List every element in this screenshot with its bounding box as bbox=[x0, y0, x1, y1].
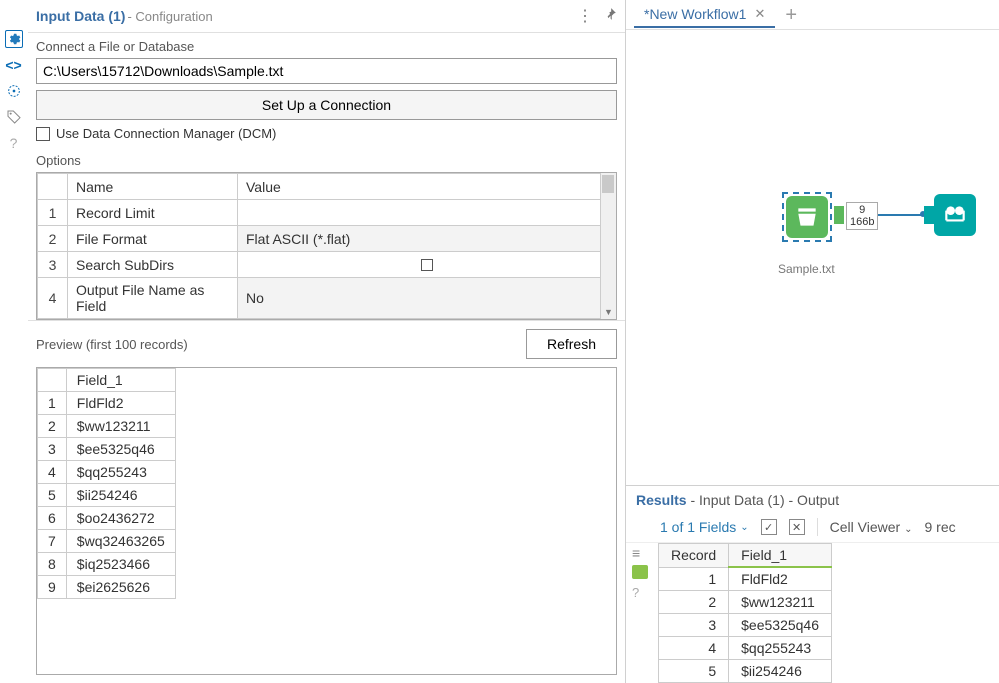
record-count: 9 rec bbox=[924, 519, 955, 535]
preview-row-num: 7 bbox=[38, 530, 67, 553]
results-col-field1: Field_1 bbox=[729, 544, 832, 568]
preview-row-num: 3 bbox=[38, 438, 67, 461]
browse-tool-icon bbox=[934, 194, 976, 236]
input-data-tool-icon bbox=[786, 196, 828, 238]
more-icon[interactable]: ⋮ bbox=[577, 6, 593, 26]
configuration-panel: Input Data (1) - Configuration ⋮ Connect… bbox=[28, 0, 626, 683]
preview-cell: $ww123211 bbox=[66, 415, 175, 438]
data-icon[interactable] bbox=[632, 565, 648, 579]
results-cell: $ii254246 bbox=[729, 660, 832, 683]
target-icon[interactable] bbox=[5, 82, 23, 100]
xml-icon[interactable]: <> bbox=[5, 56, 23, 74]
tab-new-workflow[interactable]: *New Workflow1 ✕ bbox=[634, 2, 775, 28]
option-row-num: 3 bbox=[38, 252, 68, 278]
add-tab-button[interactable]: + bbox=[785, 5, 797, 25]
file-path-input[interactable] bbox=[36, 58, 617, 84]
results-title: Results bbox=[636, 492, 687, 508]
workflow-canvas[interactable]: 9 166b Sample.txt bbox=[626, 30, 999, 485]
left-icon-sidebar: <> ? bbox=[0, 0, 28, 683]
option-value[interactable]: Flat ASCII (*.flat)⌄ bbox=[238, 226, 616, 252]
preview-row-num: 9 bbox=[38, 576, 67, 599]
options-table: Name Value 1 Record Limit 2 File Format … bbox=[36, 172, 617, 320]
browse-node[interactable] bbox=[934, 194, 976, 236]
tag-icon[interactable] bbox=[5, 108, 23, 126]
preview-row-num: 8 bbox=[38, 553, 67, 576]
preview-cell: $ii254246 bbox=[66, 484, 175, 507]
preview-cell: $ee5325q46 bbox=[66, 438, 175, 461]
fields-dropdown[interactable]: 1 of 1 Fields ⌄ bbox=[660, 519, 749, 535]
tab-bar: *New Workflow1 ✕ + bbox=[626, 0, 999, 30]
connect-label: Connect a File or Database bbox=[36, 39, 617, 54]
preview-cell: $qq255243 bbox=[66, 461, 175, 484]
dcm-checkbox[interactable] bbox=[36, 127, 50, 141]
preview-row-num: 4 bbox=[38, 461, 67, 484]
results-col-record: Record bbox=[659, 544, 729, 568]
results-toolbar: 1 of 1 Fields ⌄ ✓ ✕ Cell Viewer ⌄ 9 rec bbox=[626, 514, 999, 543]
results-row-num: 2 bbox=[659, 591, 729, 614]
x-icon[interactable]: ✕ bbox=[789, 519, 805, 535]
results-cell: $ww123211 bbox=[729, 591, 832, 614]
config-subtitle: - Configuration bbox=[127, 9, 212, 24]
preview-label: Preview (first 100 records) bbox=[36, 337, 188, 352]
results-row-num: 3 bbox=[659, 614, 729, 637]
option-name: Output File Name as Field bbox=[68, 278, 238, 319]
preview-cell: $iq2523466 bbox=[66, 553, 175, 576]
preview-table: Field_1 1FldFld22$ww1232113$ee5325q464$q… bbox=[36, 367, 617, 675]
option-name: Record Limit bbox=[68, 200, 238, 226]
input-anchor[interactable] bbox=[924, 206, 934, 224]
option-name: Search SubDirs bbox=[68, 252, 238, 278]
results-row-num: 5 bbox=[659, 660, 729, 683]
help-icon[interactable]: ? bbox=[5, 134, 23, 152]
pin-icon[interactable] bbox=[603, 7, 617, 26]
results-cell: FldFld2 bbox=[729, 567, 832, 591]
option-row-num: 1 bbox=[38, 200, 68, 226]
option-row-num: 4 bbox=[38, 278, 68, 319]
options-col-value: Value bbox=[238, 174, 616, 200]
node-label: Sample.txt bbox=[778, 262, 835, 276]
option-value[interactable] bbox=[238, 200, 616, 226]
output-anchor[interactable] bbox=[834, 206, 844, 224]
results-subtitle: - Input Data (1) - Output bbox=[687, 492, 840, 508]
results-header: Results - Input Data (1) - Output bbox=[626, 486, 999, 514]
check-icon[interactable]: ✓ bbox=[761, 519, 777, 535]
gear-icon[interactable] bbox=[5, 30, 23, 48]
preview-row-num: 6 bbox=[38, 507, 67, 530]
results-table: Record Field_1 1FldFld22$ww1232113$ee532… bbox=[658, 543, 832, 683]
preview-col-field1: Field_1 bbox=[66, 369, 175, 392]
right-panel: *New Workflow1 ✕ + 9 166b bbox=[626, 0, 999, 683]
results-cell: $qq255243 bbox=[729, 637, 832, 660]
options-label: Options bbox=[28, 147, 625, 172]
refresh-button[interactable]: Refresh bbox=[526, 329, 617, 359]
config-title: Input Data (1) bbox=[36, 8, 125, 24]
preview-cell: FldFld2 bbox=[66, 392, 175, 415]
cell-viewer-dropdown[interactable]: Cell Viewer ⌄ bbox=[830, 519, 913, 535]
preview-row-num: 2 bbox=[38, 415, 67, 438]
results-side-icons: ≡ ? bbox=[626, 543, 654, 683]
close-icon[interactable]: ✕ bbox=[754, 6, 765, 22]
setup-connection-button[interactable]: Set Up a Connection bbox=[36, 90, 617, 120]
results-row-num: 4 bbox=[659, 637, 729, 660]
option-value[interactable] bbox=[238, 252, 616, 278]
preview-cell: $wq32463265 bbox=[66, 530, 175, 553]
option-row-num: 2 bbox=[38, 226, 68, 252]
preview-row-num: 1 bbox=[38, 392, 67, 415]
help-icon[interactable]: ? bbox=[632, 585, 648, 599]
option-name: File Format bbox=[68, 226, 238, 252]
connection-wire[interactable] bbox=[878, 214, 922, 216]
config-header: Input Data (1) - Configuration ⋮ bbox=[28, 0, 625, 33]
results-cell: $ee5325q46 bbox=[729, 614, 832, 637]
input-data-node[interactable] bbox=[782, 192, 832, 242]
option-value[interactable]: No⌄ bbox=[238, 278, 616, 319]
results-row-num: 1 bbox=[659, 567, 729, 591]
dcm-label: Use Data Connection Manager (DCM) bbox=[56, 126, 276, 141]
preview-cell: $oo2436272 bbox=[66, 507, 175, 530]
preview-cell: $ei2625626 bbox=[66, 576, 175, 599]
options-col-name: Name bbox=[68, 174, 238, 200]
options-scrollbar[interactable]: ▼ bbox=[600, 173, 616, 319]
record-count-badge: 9 166b bbox=[846, 202, 878, 230]
list-icon[interactable]: ≡ bbox=[632, 545, 648, 559]
results-panel: Results - Input Data (1) - Output 1 of 1… bbox=[626, 485, 999, 683]
preview-row-num: 5 bbox=[38, 484, 67, 507]
tab-label: *New Workflow1 bbox=[644, 6, 746, 22]
